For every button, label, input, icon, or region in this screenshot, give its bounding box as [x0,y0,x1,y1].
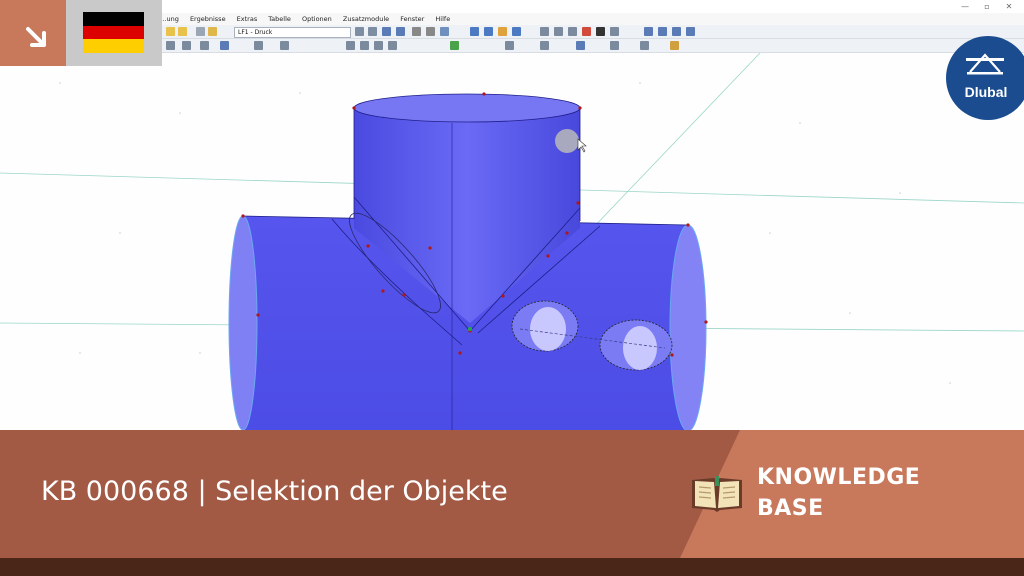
next-loadcase-icon[interactable] [368,27,377,36]
previous-loadcase-icon[interactable] [355,27,364,36]
highlight-icon[interactable] [498,27,507,36]
node-icon[interactable] [166,41,175,50]
results-icon[interactable] [382,27,391,36]
table-icon[interactable] [208,27,217,36]
menu-item-window[interactable]: Fenster [400,15,424,23]
open-file-icon[interactable] [166,27,175,36]
solid-icon[interactable] [512,27,521,36]
filter-icon[interactable] [640,41,649,50]
graph-icon[interactable] [672,27,681,36]
minimize-button[interactable]: — [955,0,975,13]
render-icon[interactable] [470,27,479,36]
measure-icon[interactable] [374,41,383,50]
mesh-icon[interactable] [576,41,585,50]
report-icon[interactable] [686,27,695,36]
flag-germany-icon [83,12,144,53]
knowledge-base-label: KNOWLEDGE BASE [757,462,920,524]
settings-icon[interactable] [610,27,619,36]
wireframe-icon[interactable] [484,27,493,36]
menu-item-results[interactable]: Ergebnisse [190,15,226,23]
menu-item-options[interactable]: Optionen [302,15,332,23]
menu-item-table[interactable]: Tabelle [268,15,291,23]
lock-icon[interactable] [596,27,605,36]
pan-icon[interactable] [554,27,563,36]
arrow-down-right-icon [26,27,46,47]
rotate-icon[interactable] [540,27,549,36]
model-icon[interactable] [440,27,449,36]
menu-item-extras[interactable]: Extras [237,15,258,23]
menu-item-addons[interactable]: Zusatzmodule [343,15,389,23]
grid-icon[interactable] [346,41,355,50]
zoom-icon[interactable] [426,27,435,36]
color-icon[interactable] [670,41,679,50]
title-banner: KB 000668 | Selektion der Objekte KNOWLE… [0,430,1024,558]
copy-icon[interactable] [388,41,397,50]
knowledge-base-label-line1: KNOWLEDGE [757,465,921,490]
delete-icon[interactable] [582,27,591,36]
language-panel [0,0,162,66]
cursor-highlight [555,129,579,153]
toolbar-secondary [160,39,1024,53]
hinge-icon[interactable] [280,41,289,50]
model-viewport[interactable] [0,52,1024,430]
check-icon[interactable] [450,41,459,50]
dimension-icon[interactable] [540,41,549,50]
select-icon[interactable] [568,27,577,36]
view-icon[interactable] [412,27,421,36]
corner-arrow-box [0,0,66,66]
close-button[interactable]: ✕ [999,0,1019,13]
model-3d-view[interactable] [0,52,1024,430]
menu-bar: …ung Ergebnisse Extras Tabelle Optionen … [160,13,1024,25]
dlubal-logo-text: Dlubal [964,84,1008,100]
surface-icon[interactable] [200,41,209,50]
menu-item-help[interactable]: Hilfe [435,15,450,23]
footer-strip [0,558,1024,576]
save-icon[interactable] [178,27,187,36]
line-icon[interactable] [182,41,191,50]
bridge-logo-icon [966,53,1004,75]
origin-marker [468,327,472,331]
calculate-icon[interactable] [644,27,653,36]
open-book-icon [692,476,742,512]
support-icon[interactable] [254,41,263,50]
maximize-button[interactable]: ▫ [977,0,997,13]
results-table-icon[interactable] [658,27,667,36]
print-icon[interactable] [196,27,205,36]
loadcase-select[interactable]: LF1 - Druck [234,27,351,38]
article-title: KB 000668 | Selektion der Objekte [41,476,508,507]
snap-icon[interactable] [360,41,369,50]
solid-body-icon[interactable] [220,41,229,50]
menu-item-edit[interactable]: …ung [160,15,179,23]
dlubal-logo: Dlubal [946,36,1024,120]
visibility-icon[interactable] [610,41,619,50]
deformation-icon[interactable] [396,27,405,36]
section-icon[interactable] [505,41,514,50]
knowledge-base-label-line2: BASE [757,496,824,521]
